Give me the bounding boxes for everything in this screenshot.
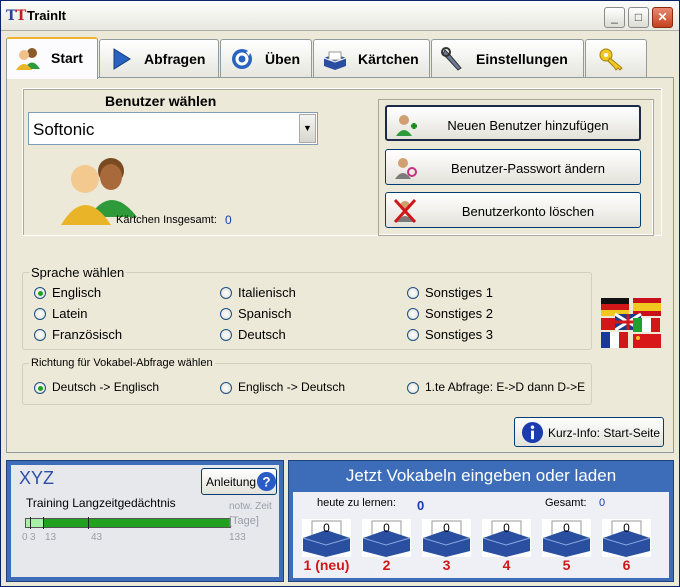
app-logo-icon: TT [6,8,27,24]
card-box-2[interactable]: 02 [359,518,414,573]
direction-group-title: Richtung für Vokabel-Abfrage wählen [29,357,215,369]
training-inner: XYZ Anleitung ? Training Langzeitgedächt… [11,465,279,577]
card-box-count: 0 [623,521,630,535]
card-box-label: 2 [382,557,391,573]
card-box-label: 6 [622,557,631,573]
users-icon [16,48,40,70]
user-select[interactable]: Softonic ▼ [28,112,318,145]
chevron-down-icon[interactable]: ▼ [299,114,316,143]
language-group-title: Sprache wählen [29,265,127,280]
tab-kaertchen[interactable]: Kärtchen [313,39,430,77]
maximize-button[interactable]: □ [628,7,649,28]
direction-group: Richtung für Vokabel-Abfrage wählen Deut… [22,357,592,405]
training-unit: [Tage] [229,515,259,527]
user-heading: Benutzer wählen [105,93,217,109]
language-group: Sprache wählen Englisch Italienisch Sons… [22,265,592,350]
tab-key[interactable] [585,39,647,77]
today-value: 0 [417,498,425,513]
play-icon [113,48,131,70]
svg-text:?: ? [262,474,270,489]
card-box-count: 0 [563,521,570,535]
add-user-button[interactable]: Neuen Benutzer hinzufügen [385,105,641,141]
training-panel: XYZ Anleitung ? Training Langzeitgedächt… [6,460,284,582]
total-label: Gesamt: [545,497,587,509]
card-box-count: 0 [443,521,450,535]
today-label: heute zu lernen: [317,497,396,509]
card-box-label: 1 (neu) [303,557,350,573]
training-name: XYZ [19,468,55,488]
info-button[interactable]: Kurz-Info: Start-Seite [514,417,664,447]
delete-user-button[interactable]: Benutzerkonto löschen [385,192,641,228]
title-bar[interactable]: TT TrainIt _ □ ✕ [1,1,679,31]
flags-icon [601,298,661,348]
card-box-1[interactable]: 0 1 (neu) [299,518,354,573]
delete-user-icon [393,198,417,224]
user-actions: Neuen Benutzer hinzufügen Benutzer-Passw… [378,99,654,236]
card-box-count: 0 [503,521,510,535]
tick-43: 43 [91,532,103,543]
info-icon [521,421,544,444]
tab-start[interactable]: Start [6,37,98,79]
window-title: TrainIt [27,8,67,23]
tick-13: 13 [45,532,57,543]
tab-einstellungen[interactable]: Einstellungen [431,39,584,77]
card-box-count: 0 [383,521,390,535]
cards-total-value: 0 [225,213,232,227]
user-key-icon [395,158,417,179]
user-select-value: Softonic [33,120,95,139]
start-panel: Benutzer wählen Softonic ▼ Kärtchen Insg… [6,77,674,453]
card-box-3[interactable]: 03 [419,518,474,573]
total-value: 0 [599,497,606,509]
tab-ueben[interactable]: Üben [220,39,312,77]
card-box-4[interactable]: 04 [479,518,534,573]
close-button[interactable]: ✕ [652,7,673,28]
help-button[interactable]: Anleitung ? [201,468,277,495]
cards-total-label: Kärtchen Insgesamt: [116,214,217,226]
main-window: TT TrainIt _ □ ✕ Start Abfragen Üben Kär… [0,0,680,587]
training-subtitle: Training Langzeitgedächtnis [26,496,176,510]
tab-abfragen[interactable]: Abfragen [99,39,219,77]
minimize-button[interactable]: _ [604,7,625,28]
card-box-label: 5 [562,557,571,573]
add-user-icon [396,115,417,136]
card-box-count: 0 [323,521,330,535]
help-icon: ? [256,471,277,492]
refresh-icon [232,49,252,69]
change-password-button[interactable]: Benutzer-Passwort ändern [385,149,641,185]
vocab-panel: Jetzt Vokabeln eingeben oder laden heute… [288,460,674,582]
user-section: Benutzer wählen Softonic ▼ Kärtchen Insg… [22,88,662,236]
wrench-icon [441,47,462,71]
card-box-6[interactable]: 06 [599,518,654,573]
tick-0: 0 [22,532,28,543]
training-hint: notw. Zeit [229,501,272,512]
card-box-icon [323,51,347,70]
key-icon [599,48,623,71]
tick-3: 3 [30,532,36,543]
card-box-5[interactable]: 05 [539,518,594,573]
card-box-label: 3 [442,557,451,573]
training-progress-bar [25,517,231,529]
vocab-title: Jetzt Vokabeln eingeben oder laden [345,466,617,485]
tick-133: 133 [229,532,246,543]
card-box-label: 4 [502,557,511,573]
